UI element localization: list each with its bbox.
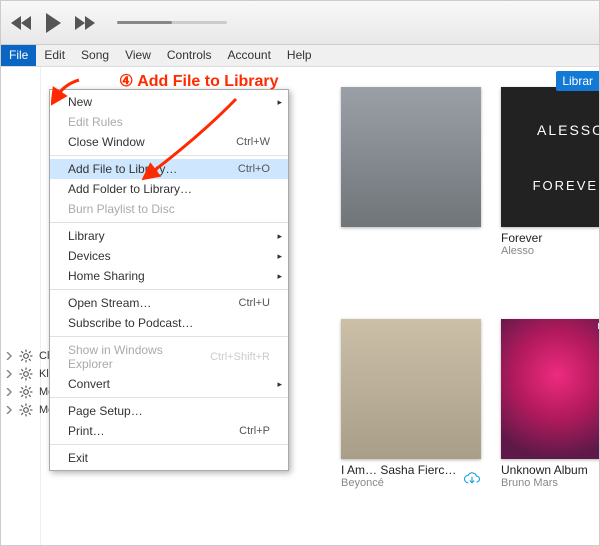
album-cover[interactable] — [341, 319, 481, 459]
menuitem-convert[interactable]: Convert — [50, 374, 288, 394]
volume-slider[interactable] — [117, 21, 227, 24]
chevron-right-icon — [5, 388, 13, 396]
menu-separator — [50, 222, 288, 223]
menuitem-label: Devices — [68, 249, 111, 263]
menuitem-label: Home Sharing — [68, 269, 145, 283]
menuitem-subscribe-to-podcast[interactable]: Subscribe to Podcast… — [50, 313, 288, 333]
chevron-right-icon — [5, 406, 13, 414]
next-button[interactable] — [73, 16, 95, 30]
menuitem-label: Convert — [68, 377, 110, 391]
menuitem-shortcut: Ctrl+Shift+R — [210, 351, 270, 363]
gear-icon — [19, 385, 33, 399]
album-title: I Am… Sasha Fierce (… — [341, 463, 463, 477]
menuitem-shortcut: Ctrl+P — [239, 425, 270, 437]
menu-edit[interactable]: Edit — [36, 45, 73, 66]
menu-file[interactable]: File — [1, 45, 36, 66]
annotation-number: ④ — [119, 73, 133, 90]
menuitem-open-stream[interactable]: Open Stream… Ctrl+U — [50, 293, 288, 313]
album-artist: Bruno Mars — [501, 477, 600, 489]
album-card[interactable]: ALESSO FOREVER ForeverAlesso — [501, 87, 600, 301]
album-card[interactable]: I Am… Sasha Fierce (…Beyoncé — [341, 319, 481, 533]
album-info-row — [341, 227, 481, 231]
menuitem-label: Page Setup… — [68, 404, 143, 418]
menuitem-label: Library — [68, 229, 105, 243]
menuitem-shortcut: Ctrl+U — [239, 297, 270, 309]
album-info-row: Unknown AlbumBruno Mars — [501, 459, 600, 489]
menu-help[interactable]: Help — [279, 45, 320, 66]
menu-separator — [50, 289, 288, 290]
itunes-window: FileEditSongViewControlsAccountHelp Clas… — [0, 0, 600, 546]
menuitem-label: Print… — [68, 424, 105, 438]
cover-text-bottom: FOREVER — [533, 178, 600, 193]
menu-song[interactable]: Song — [73, 45, 117, 66]
menuitem-label: Close Window — [68, 135, 145, 149]
menu-separator — [50, 397, 288, 398]
library-button[interactable]: Librar — [556, 71, 599, 91]
album-artist: Beyoncé — [341, 477, 463, 489]
menuitem-exit[interactable]: Exit — [50, 448, 288, 468]
menuitem-label: Show in Windows Explorer — [68, 343, 210, 371]
cloud-download-icon[interactable] — [463, 472, 481, 486]
menu-separator — [50, 336, 288, 337]
album-cover[interactable] — [341, 87, 481, 227]
menuitem-burn-playlist-to-disc: Burn Playlist to Disc — [50, 199, 288, 219]
gear-icon — [19, 349, 33, 363]
album-card[interactable]: BRUNOMARSUnknown AlbumBruno Mars — [501, 319, 600, 533]
menuitem-label: Edit Rules — [68, 115, 123, 129]
album-info-row: I Am… Sasha Fierce (…Beyoncé — [341, 459, 481, 489]
annotation-arrow-icon — [51, 76, 81, 106]
menu-separator — [50, 444, 288, 445]
menuitem-print[interactable]: Print… Ctrl+P — [50, 421, 288, 441]
cover-text-top: ALESSO — [537, 122, 600, 138]
prev-button[interactable] — [11, 16, 33, 30]
menuitem-devices[interactable]: Devices — [50, 246, 288, 266]
menuitem-page-setup[interactable]: Page Setup… — [50, 401, 288, 421]
album-card[interactable] — [341, 87, 481, 301]
album-title: Forever — [501, 231, 600, 245]
chevron-right-icon — [5, 352, 13, 360]
menu-view[interactable]: View — [117, 45, 159, 66]
menuitem-label: Open Stream… — [68, 296, 151, 310]
gear-icon — [19, 367, 33, 381]
annotation-arrow-icon — [141, 95, 251, 185]
sidebar: Classical MusicKlassische MusikMeine Lie… — [1, 67, 41, 545]
play-button[interactable] — [43, 13, 63, 33]
menuitem-show-in-windows-explorer: Show in Windows ExplorerCtrl+Shift+R — [50, 340, 288, 374]
album-title: Unknown Album — [501, 463, 600, 477]
menuitem-label: Subscribe to Podcast… — [68, 316, 193, 330]
annotation-text: Add File to Library — [137, 73, 278, 90]
chevron-right-icon — [5, 370, 13, 378]
annotation-label: ④ Add File to Library — [119, 71, 279, 91]
album-cover[interactable]: BRUNOMARS — [501, 319, 600, 459]
player-bar — [1, 1, 599, 45]
player-controls — [11, 13, 95, 33]
menu-bar: FileEditSongViewControlsAccountHelp — [1, 45, 599, 67]
menuitem-library[interactable]: Library — [50, 226, 288, 246]
album-info-row: ForeverAlesso — [501, 227, 600, 257]
menuitem-label: Burn Playlist to Disc — [68, 202, 175, 216]
album-artist: Alesso — [501, 245, 600, 257]
menu-controls[interactable]: Controls — [159, 45, 220, 66]
menuitem-label: Exit — [68, 451, 88, 465]
album-cover[interactable]: ALESSO FOREVER — [501, 87, 600, 227]
menu-account[interactable]: Account — [220, 45, 279, 66]
gear-icon — [19, 403, 33, 417]
menuitem-home-sharing[interactable]: Home Sharing — [50, 266, 288, 286]
